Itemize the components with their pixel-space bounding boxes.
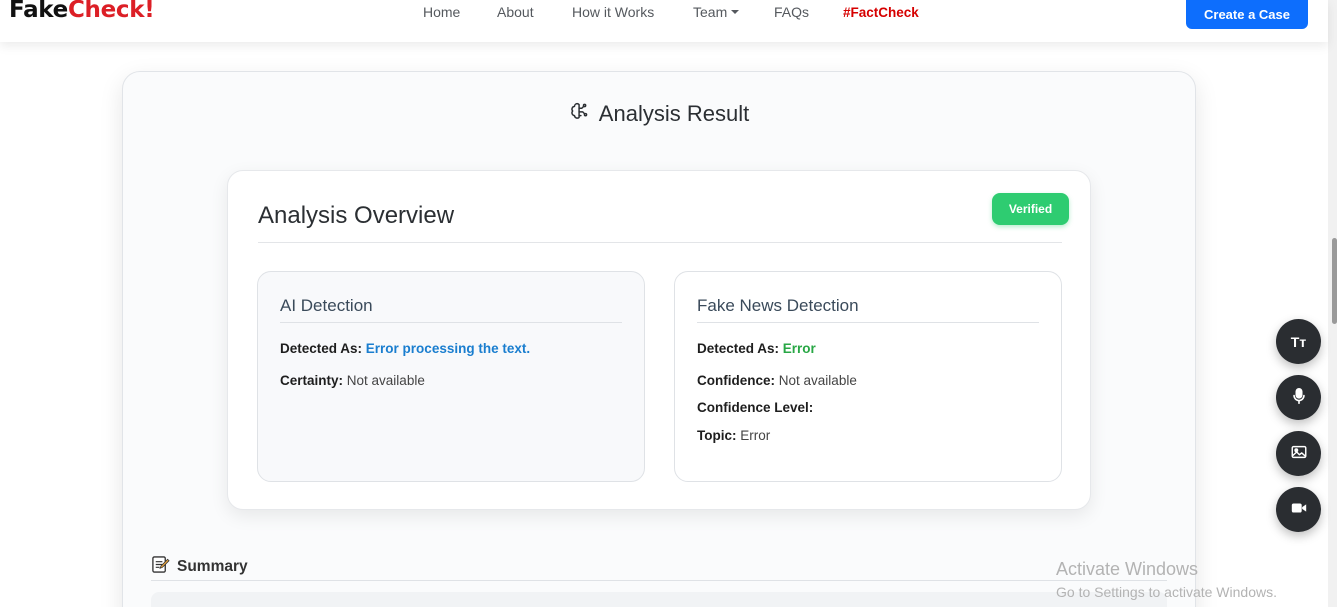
fn-confidence-value: Not available [778, 373, 857, 388]
ai-detected-as-label: Detected As: [280, 341, 363, 356]
text-size-button[interactable]: Tт [1276, 319, 1321, 364]
fn-confidence-label: Confidence: [697, 373, 776, 388]
text-size-icon: Tт [1290, 333, 1307, 350]
image-icon [1290, 443, 1308, 464]
status-badge: Verified [992, 193, 1069, 225]
ai-detected-as-row: Detected As: Error processing the text. [280, 341, 530, 356]
nav-faqs[interactable]: FAQs [774, 4, 809, 20]
ai-detection-panel: AI Detection Detected As: Error processi… [257, 271, 645, 482]
summary-heading: Summary [151, 555, 248, 579]
summary-title: Summary [177, 558, 248, 575]
windows-activation-watermark: Activate Windows Go to Settings to activ… [1056, 559, 1277, 600]
fn-confidence-row: Confidence: Not available [697, 373, 857, 388]
fn-topic-label: Topic: [697, 428, 737, 443]
video-camera-icon [1290, 499, 1308, 520]
image-button[interactable] [1276, 431, 1321, 476]
summary-content [151, 592, 1167, 607]
fn-detected-as-row: Detected As: Error [697, 341, 816, 356]
top-navbar: FakeCheck! Home About How it Works Team … [0, 0, 1328, 42]
microphone-button[interactable] [1276, 375, 1321, 420]
brain-icon [569, 100, 591, 128]
divider [697, 322, 1039, 323]
fn-topic-value: Error [740, 428, 771, 443]
scrollbar-thumb[interactable] [1332, 238, 1337, 324]
microphone-icon [1290, 387, 1308, 408]
nav-factcheck[interactable]: #FactCheck [843, 5, 919, 20]
fn-confidence-level-label: Confidence Level: [697, 400, 814, 415]
analysis-overview-card: Analysis Overview Verified AI Detection … [227, 170, 1091, 510]
nav-how-it-works[interactable]: How it Works [572, 4, 654, 20]
divider [280, 322, 622, 323]
create-case-button[interactable]: Create a Case [1186, 0, 1308, 29]
ai-certainty-label: Certainty: [280, 373, 344, 388]
page-title: Analysis Result [123, 100, 1195, 128]
fn-confidence-level-row: Confidence Level: [697, 400, 813, 415]
video-button[interactable] [1276, 487, 1321, 532]
analysis-result-card: Analysis Result Analysis Overview Verifi… [122, 71, 1196, 607]
brand-exclaim: ! [144, 0, 155, 23]
overview-title: Analysis Overview [258, 202, 455, 229]
brand-fake: Fake [9, 0, 68, 23]
watermark-line1: Activate Windows [1056, 559, 1199, 579]
result-title-text: Analysis Result [598, 101, 750, 126]
ai-detection-title: AI Detection [280, 296, 373, 315]
divider [258, 242, 1062, 243]
ai-certainty-row: Certainty: Not available [280, 373, 425, 388]
watermark-line2: Go to Settings to activate Windows. [1056, 584, 1277, 600]
fn-topic-row: Topic: Error [697, 428, 770, 443]
brand-check: Check [67, 0, 145, 23]
nav-team-dropdown[interactable]: Team [693, 4, 740, 20]
chevron-down-icon [731, 10, 740, 14]
fake-news-panel: Fake News Detection Detected As: Error C… [674, 271, 1062, 482]
nav-home[interactable]: Home [423, 4, 460, 20]
fake-news-title: Fake News Detection [697, 296, 859, 315]
fn-detected-as-label: Detected As: [697, 341, 780, 356]
ai-certainty-value: Not available [346, 373, 425, 388]
nav-team-label: Team [693, 4, 728, 20]
memo-icon [151, 555, 170, 579]
brand-logo[interactable]: FakeCheck! [9, 0, 155, 23]
divider [151, 580, 1167, 581]
nav-about[interactable]: About [497, 4, 534, 20]
fn-detected-as-value: Error [782, 341, 816, 356]
ai-detected-as-value: Error processing the text. [365, 341, 531, 356]
